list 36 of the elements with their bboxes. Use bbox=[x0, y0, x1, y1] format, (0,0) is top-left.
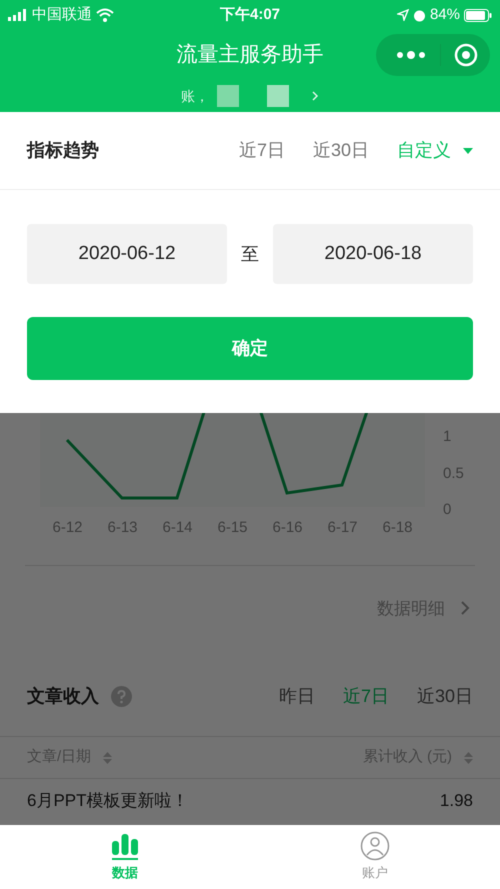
range-tab[interactable]: 近7日 bbox=[342, 683, 389, 710]
help-icon[interactable] bbox=[111, 686, 132, 707]
section-title: 指标趋势 bbox=[27, 139, 100, 162]
carrier-name: 中国联通 bbox=[32, 4, 92, 25]
account-greeting: 账， bbox=[181, 86, 209, 106]
range-tab[interactable]: 自定义 bbox=[397, 137, 473, 164]
range-tab[interactable]: 近30日 bbox=[312, 137, 369, 164]
clock-time: 下午4:07 bbox=[218, 4, 282, 25]
bottom-tab[interactable]: 账户 bbox=[250, 825, 500, 889]
range-tab[interactable]: 近7日 bbox=[238, 137, 285, 164]
signal-icon bbox=[8, 9, 28, 21]
sort-icon bbox=[464, 750, 473, 764]
bottom-tab[interactable]: 数据 bbox=[0, 825, 250, 889]
capsule-menu[interactable] bbox=[376, 34, 490, 76]
chevron-right-icon[interactable] bbox=[461, 601, 470, 616]
redacted-block bbox=[217, 85, 239, 107]
article-title: 6月PPT模板更新啦！ bbox=[27, 790, 189, 812]
sort-icon bbox=[103, 750, 112, 764]
start-date-field[interactable]: 2020-06-12 bbox=[27, 224, 227, 284]
income-amount: 1.98 bbox=[440, 790, 473, 812]
battery-icon bbox=[464, 8, 492, 22]
more-icon[interactable] bbox=[396, 50, 426, 60]
wifi-icon bbox=[96, 8, 114, 22]
range-separator: 至 bbox=[241, 242, 259, 266]
section-title: 文章收入 bbox=[27, 685, 99, 708]
location-arrow-icon bbox=[396, 9, 409, 21]
bar-chart-icon bbox=[110, 831, 140, 862]
app-title: 流量主服务助手 bbox=[176, 42, 324, 68]
redacted-block bbox=[267, 85, 289, 107]
battery-percent: 84% bbox=[430, 4, 460, 25]
caret-down-icon bbox=[463, 148, 473, 154]
confirm-button[interactable]: 确定 bbox=[27, 317, 473, 380]
range-tab[interactable]: 近30日 bbox=[416, 683, 473, 710]
end-date-field[interactable]: 2020-06-18 bbox=[273, 224, 473, 284]
range-tab[interactable]: 昨日 bbox=[278, 683, 315, 710]
person-icon bbox=[360, 831, 390, 862]
